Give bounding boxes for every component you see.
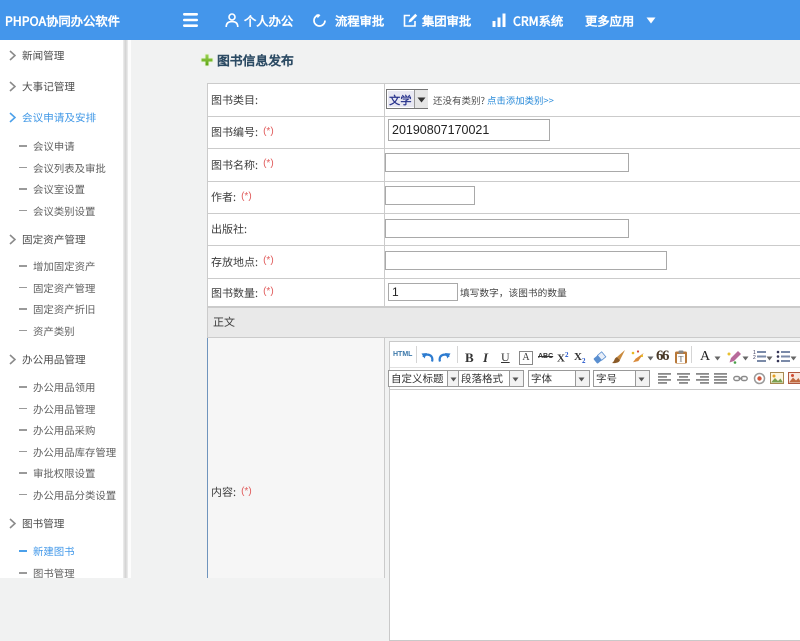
svg-text:2: 2: [753, 355, 756, 361]
svg-text:T: T: [679, 355, 684, 364]
